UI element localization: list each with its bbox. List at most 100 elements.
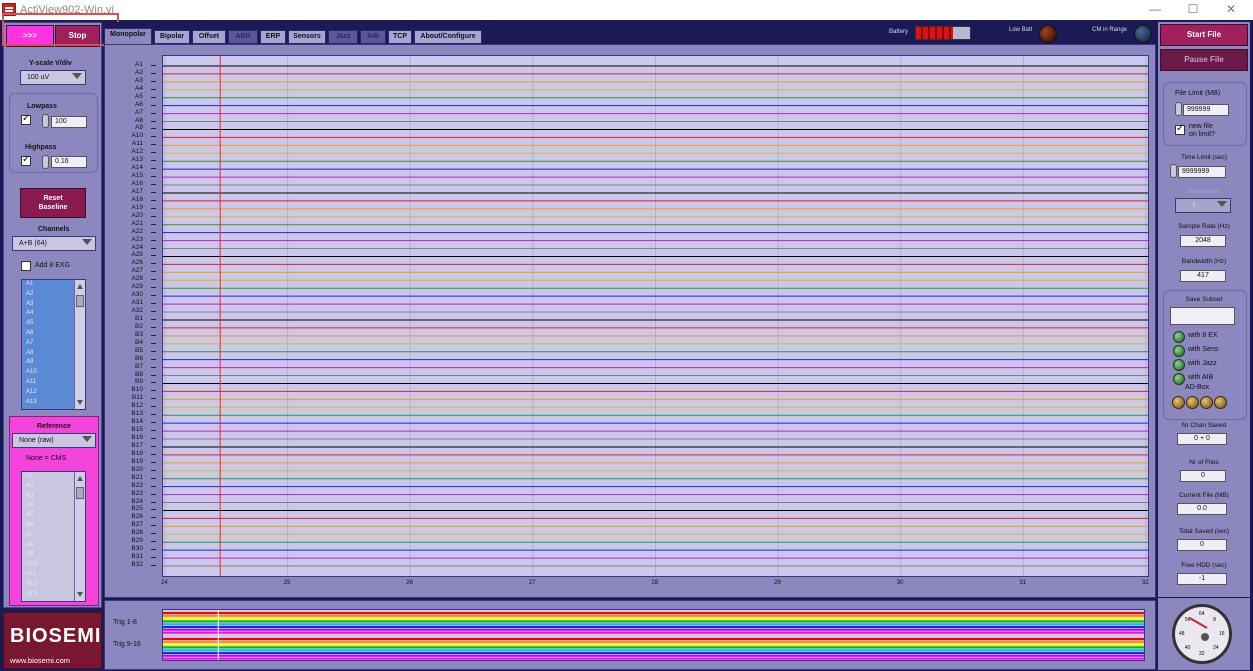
scroll-down-icon[interactable] [77, 400, 83, 405]
channel-label: B27 [131, 521, 143, 529]
channel-tick [151, 160, 156, 162]
tab-offset[interactable]: Offset [192, 30, 226, 44]
lowpass-label: Lowpass [27, 103, 57, 110]
channel-tick [151, 120, 156, 122]
nr-of-files-label: Nr of Files [1189, 459, 1219, 466]
reset-baseline-button[interactable]: Reset Baseline [20, 188, 86, 218]
save-subset-field[interactable] [1170, 307, 1235, 325]
run-button[interactable]: >>> [6, 25, 54, 47]
channel-list[interactable]: A1 A2 A3 A4 A5 A6 A7 A8 A9 A10 A11 A12 A13 [21, 279, 86, 410]
x-tick-label: 25 [283, 580, 291, 586]
lowpass-field[interactable]: 100 [51, 116, 87, 128]
adbox-led-4[interactable] [1214, 396, 1227, 409]
close-button[interactable]: ✕ [1216, 2, 1246, 18]
baseline-label: Baseline [38, 204, 68, 211]
reference-select[interactable]: None (raw) [12, 433, 96, 448]
with-sens-led[interactable] [1173, 345, 1185, 357]
trig-1-8-label: Trig 1-8 [113, 619, 137, 626]
tab-jazz[interactable]: Jazz [328, 30, 358, 44]
channel-tick [151, 303, 156, 305]
tab-abr[interactable]: ABR [228, 30, 258, 44]
current-file-value: 0.0 [1177, 503, 1227, 515]
eeg-plot[interactable] [162, 55, 1149, 577]
highpass-spinner[interactable] [42, 155, 49, 169]
channel-tick [151, 104, 156, 106]
adbox-led-3[interactable] [1200, 396, 1213, 409]
highpass-checkbox[interactable] [21, 154, 31, 166]
channel-label: A13 [131, 156, 143, 164]
channel-label: B7 [135, 362, 143, 370]
channel-tick [151, 549, 156, 551]
pause-file-button[interactable]: Pause File [1160, 49, 1248, 71]
time-limit-field[interactable]: 9999999 [1178, 166, 1226, 178]
tab-about-configure[interactable]: About/Configure [414, 30, 482, 44]
scroll-down-icon[interactable] [77, 592, 83, 597]
tab-aib[interactable]: AIB [360, 30, 386, 44]
x-tick-label: 27 [528, 580, 536, 586]
channel-label: B24 [131, 497, 143, 505]
channel-label: A23 [131, 235, 143, 243]
new-file-checkbox[interactable] [1175, 123, 1185, 135]
reference-list[interactable]: A1 A2 A3 A4 A5 A6 A7 A8 A9 A10 A11 A12 A13 [21, 471, 86, 602]
channel-tick [151, 207, 156, 209]
channel-label: B23 [131, 489, 143, 497]
highpass-field[interactable]: 0.16 [51, 156, 87, 168]
channel-tick [151, 64, 156, 66]
channel-label: A7 [135, 108, 143, 116]
channel-tick [151, 239, 156, 241]
channel-label: A3 [135, 76, 143, 84]
eeg-traces [163, 56, 1148, 576]
tab-bipolar[interactable]: Bipolar [154, 30, 190, 44]
logo-brand: BIOSEMI [10, 625, 102, 647]
lowpass-checkbox[interactable] [21, 113, 31, 125]
right-control-panel: Start File Pause File File Limit (MB) 99… [1158, 22, 1250, 597]
eeg-plot-panel: A1 A2 A3 A4 A5 A6 A7 A8 A9 A10 A11 A12 A13 A14 A15 A16 A… [104, 44, 1156, 598]
gauge-tick-label: 24 [1213, 645, 1219, 652]
yscale-value: 100 uV [27, 74, 50, 81]
adbox-led-1[interactable] [1172, 396, 1185, 409]
reference-value: None (raw) [19, 437, 54, 444]
channel-tick [151, 406, 156, 408]
tab-monopolar[interactable]: Monopolar [104, 28, 152, 45]
adbox-led-2[interactable] [1186, 396, 1199, 409]
channel-label: B13 [131, 410, 143, 418]
adbox-label: AD-Box [1185, 384, 1210, 391]
channel-label: A31 [131, 299, 143, 307]
channel-list-scrollbar[interactable] [74, 280, 85, 409]
with-jazz-led[interactable] [1173, 359, 1185, 371]
start-file-button[interactable]: Start File [1160, 24, 1248, 46]
scroll-thumb[interactable] [76, 295, 84, 307]
reference-list-scrollbar[interactable] [74, 472, 85, 601]
channel-label: B15 [131, 426, 143, 434]
scroll-up-icon[interactable] [77, 284, 83, 289]
new-file-label-1: new file [1189, 123, 1213, 130]
channels-select[interactable]: A+B (64) [12, 236, 96, 251]
lowpass-spinner[interactable] [42, 114, 49, 128]
channel-label: A28 [131, 275, 143, 283]
time-limit-spinner[interactable] [1170, 164, 1177, 178]
channel-tick [151, 326, 156, 328]
file-limit-field[interactable]: 999999 [1183, 104, 1229, 116]
add-exg-checkbox[interactable] [21, 261, 31, 271]
scroll-thumb[interactable] [76, 487, 84, 499]
stop-button[interactable]: Stop [55, 25, 100, 47]
with-aib-led[interactable] [1173, 373, 1185, 385]
channel-label: A24 [131, 243, 143, 251]
with-8ex-led[interactable] [1173, 331, 1185, 343]
channel-label: A1 [135, 60, 143, 68]
bandwidth-label: Bandwidth (Hz) [1181, 258, 1227, 265]
tab-tcp[interactable]: TCP [388, 30, 412, 44]
channel-tick [151, 517, 156, 519]
channel-label: B5 [135, 346, 143, 354]
decimation-select[interactable]: 1 [1175, 198, 1231, 213]
yscale-select[interactable]: 100 uV [20, 70, 86, 85]
with-jazz-label: with Jazz [1188, 360, 1217, 367]
nr-of-files-value: 0 [1180, 470, 1226, 482]
minimize-button[interactable]: — [1140, 2, 1170, 18]
tab-sensors[interactable]: Sensors [288, 30, 326, 44]
file-limit-spinner[interactable] [1175, 102, 1182, 116]
tab-erp[interactable]: ERP [260, 30, 286, 44]
maximize-button[interactable]: ☐ [1178, 2, 1208, 18]
with-8ex-label: with 8 EX [1188, 332, 1218, 339]
scroll-up-icon[interactable] [77, 476, 83, 481]
